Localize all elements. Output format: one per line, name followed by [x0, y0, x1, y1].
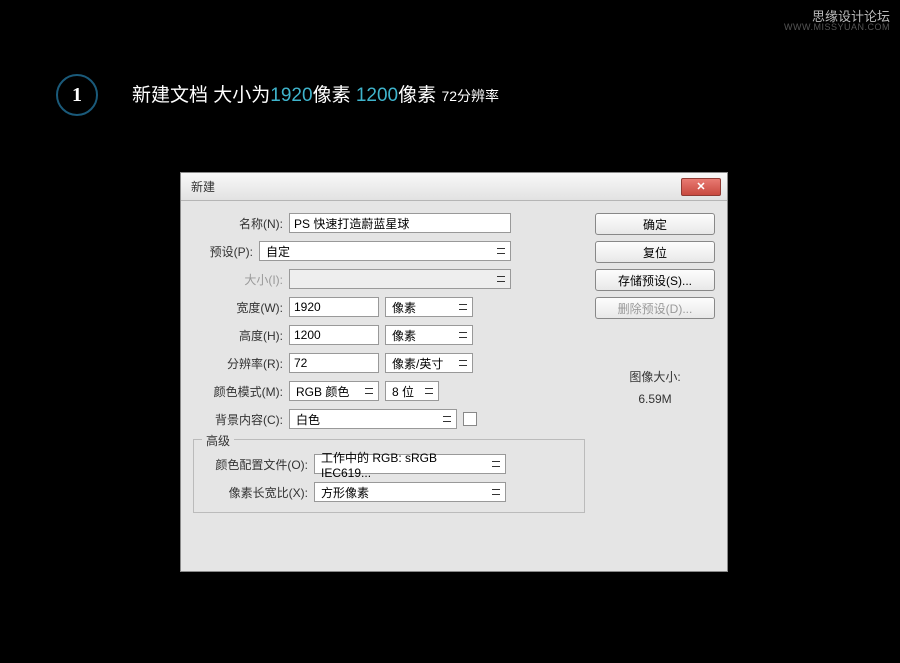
- resolution-input[interactable]: [289, 353, 379, 373]
- instruction-width-unit: 像素: [313, 85, 351, 106]
- close-button[interactable]: ✕: [681, 178, 721, 196]
- row-color-mode: 颜色模式(M): RGB 颜色 8 位: [193, 381, 585, 401]
- advanced-legend: 高级: [202, 432, 234, 449]
- preset-select[interactable]: 自定: [259, 241, 511, 261]
- label-height: 高度(H):: [193, 327, 283, 344]
- label-width: 宽度(W):: [193, 299, 283, 316]
- label-resolution: 分辨率(R):: [193, 355, 283, 372]
- instruction-width-val: 1920: [270, 85, 312, 106]
- dialog-titlebar: 新建 ✕: [181, 173, 727, 201]
- instruction-height-unit: 像素: [398, 85, 436, 106]
- width-input[interactable]: [289, 297, 379, 317]
- form-right-column: 确定 复位 存储预设(S)... 删除预设(D)... 图像大小: 6.59M: [595, 213, 715, 513]
- background-checkbox[interactable]: [463, 412, 477, 426]
- width-unit-select[interactable]: 像素: [385, 297, 473, 317]
- instruction-height-val: 1200: [356, 85, 398, 106]
- reset-button[interactable]: 复位: [595, 241, 715, 263]
- dialog-body: 名称(N): 预设(P): 自定 大小(I): 宽度(W): 像素 高度(H):…: [181, 201, 727, 525]
- row-color-profile: 颜色配置文件(O): 工作中的 RGB: sRGB IEC619...: [204, 454, 574, 474]
- color-mode-select[interactable]: RGB 颜色: [289, 381, 379, 401]
- label-color-mode: 颜色模式(M):: [193, 383, 283, 400]
- row-preset: 预设(P): 自定: [163, 241, 585, 261]
- row-size: 大小(I):: [193, 269, 585, 289]
- color-depth-select[interactable]: 8 位: [385, 381, 439, 401]
- row-pixel-aspect: 像素长宽比(X): 方形像素: [204, 482, 574, 502]
- color-profile-select[interactable]: 工作中的 RGB: sRGB IEC619...: [314, 454, 506, 474]
- row-resolution: 分辨率(R): 像素/英寸: [193, 353, 585, 373]
- label-size: 大小(I):: [193, 271, 283, 288]
- row-background: 背景内容(C): 白色: [193, 409, 585, 429]
- form-left-column: 名称(N): 预设(P): 自定 大小(I): 宽度(W): 像素 高度(H):…: [193, 213, 585, 513]
- instruction-text: 新建文档 大小为1920像素 1200像素 72分辨率: [132, 80, 499, 107]
- save-preset-button[interactable]: 存储预设(S)...: [595, 269, 715, 291]
- size-select: [289, 269, 511, 289]
- image-size-label: 图像大小:: [595, 367, 715, 389]
- advanced-fieldset: 高级 颜色配置文件(O): 工作中的 RGB: sRGB IEC619... 像…: [193, 439, 585, 513]
- label-color-profile: 颜色配置文件(O):: [204, 456, 308, 473]
- row-name: 名称(N):: [193, 213, 585, 233]
- instruction-prefix: 新建文档 大小为: [132, 85, 270, 106]
- watermark-en: WWW.MISSYUAN.COM: [784, 22, 890, 32]
- step-number-badge: 1: [56, 74, 98, 116]
- row-height: 高度(H): 像素: [193, 325, 585, 345]
- new-document-dialog: 新建 ✕ 名称(N): 预设(P): 自定 大小(I): 宽度(W): 像素: [180, 172, 728, 572]
- resolution-unit-select[interactable]: 像素/英寸: [385, 353, 473, 373]
- label-name: 名称(N):: [193, 215, 283, 232]
- pixel-aspect-select[interactable]: 方形像素: [314, 482, 506, 502]
- label-pixel-aspect: 像素长宽比(X):: [204, 484, 308, 501]
- row-width: 宽度(W): 像素: [193, 297, 585, 317]
- ok-button[interactable]: 确定: [595, 213, 715, 235]
- label-background: 背景内容(C):: [193, 411, 283, 428]
- height-input[interactable]: [289, 325, 379, 345]
- instruction-resolution: 72分辨率: [441, 88, 499, 104]
- delete-preset-button: 删除预设(D)...: [595, 297, 715, 319]
- name-input[interactable]: [289, 213, 511, 233]
- height-unit-select[interactable]: 像素: [385, 325, 473, 345]
- label-preset: 预设(P):: [163, 243, 253, 260]
- image-size-value: 6.59M: [595, 389, 715, 411]
- dialog-title: 新建: [191, 178, 215, 195]
- background-select[interactable]: 白色: [289, 409, 457, 429]
- image-size-info: 图像大小: 6.59M: [595, 367, 715, 410]
